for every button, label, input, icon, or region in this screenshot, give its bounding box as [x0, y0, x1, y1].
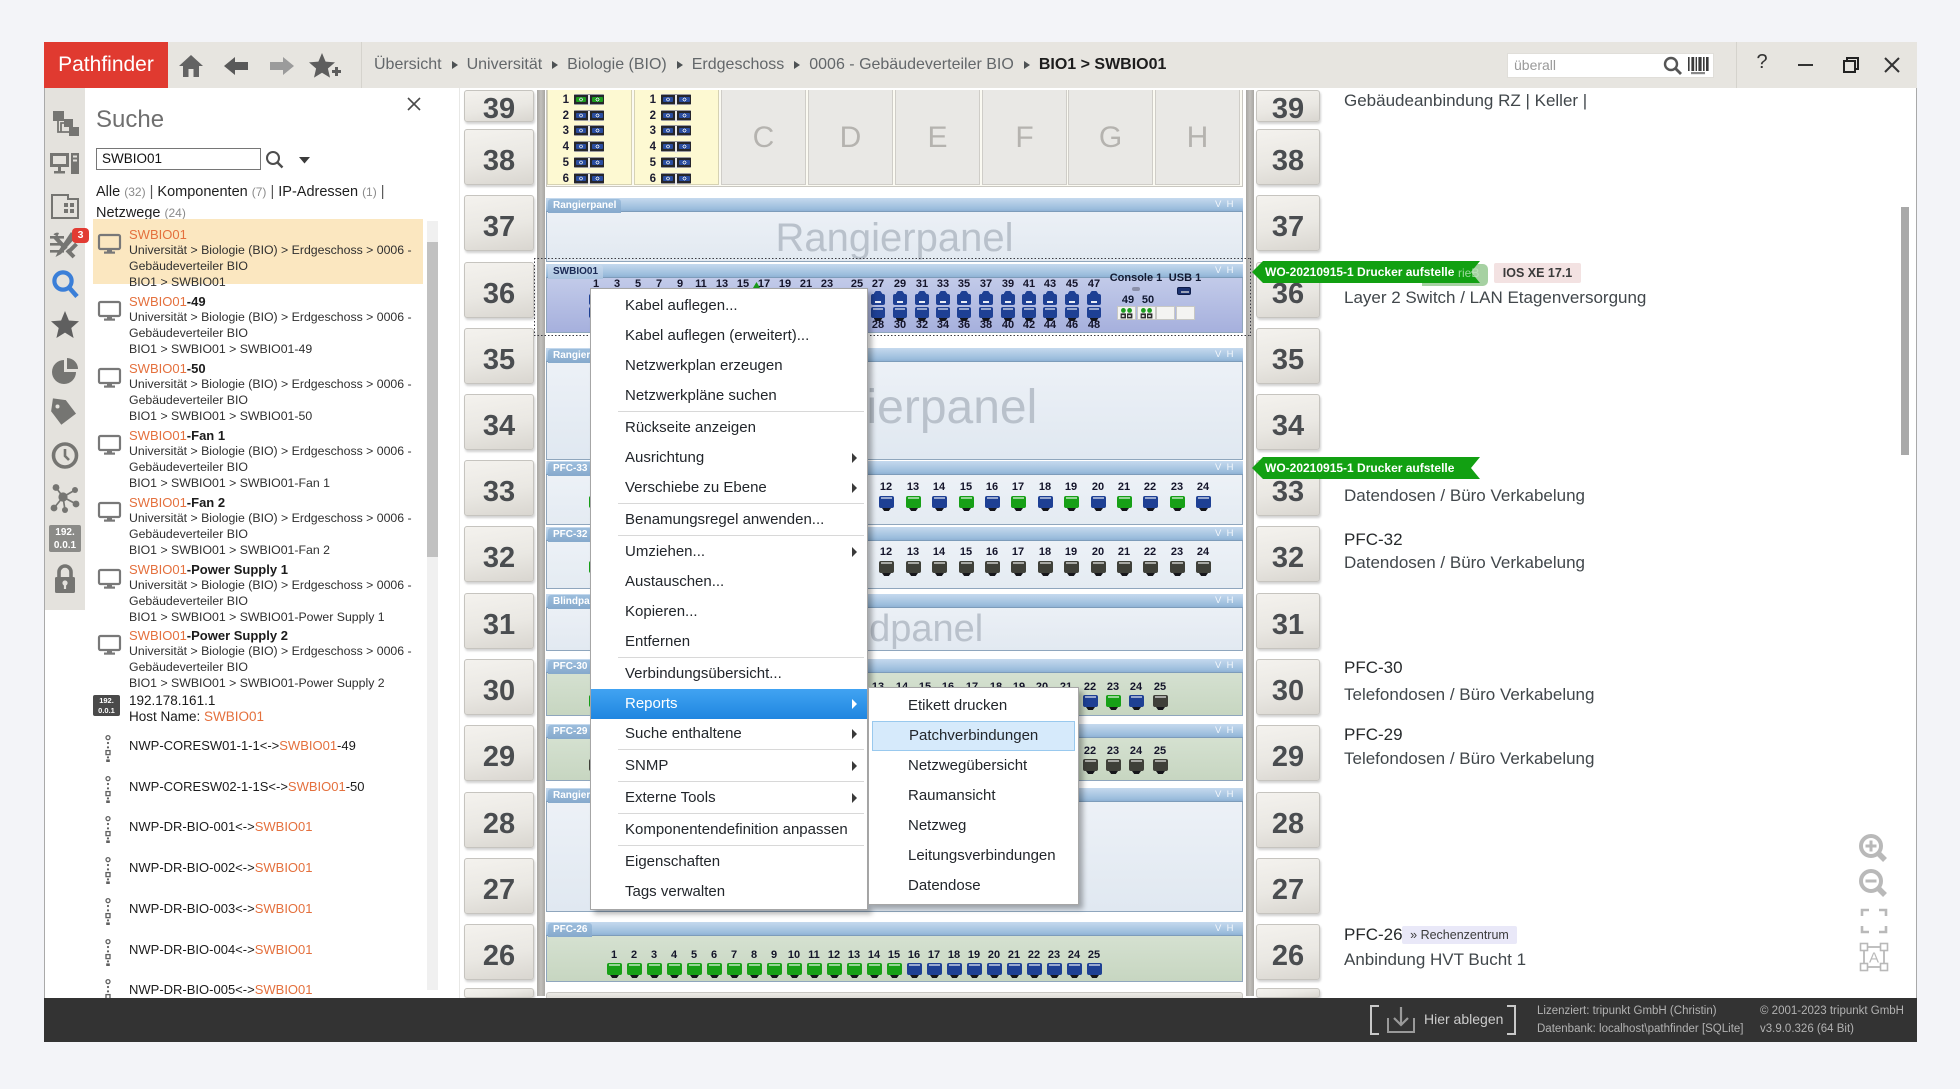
svg-text:A: A: [1869, 950, 1879, 967]
